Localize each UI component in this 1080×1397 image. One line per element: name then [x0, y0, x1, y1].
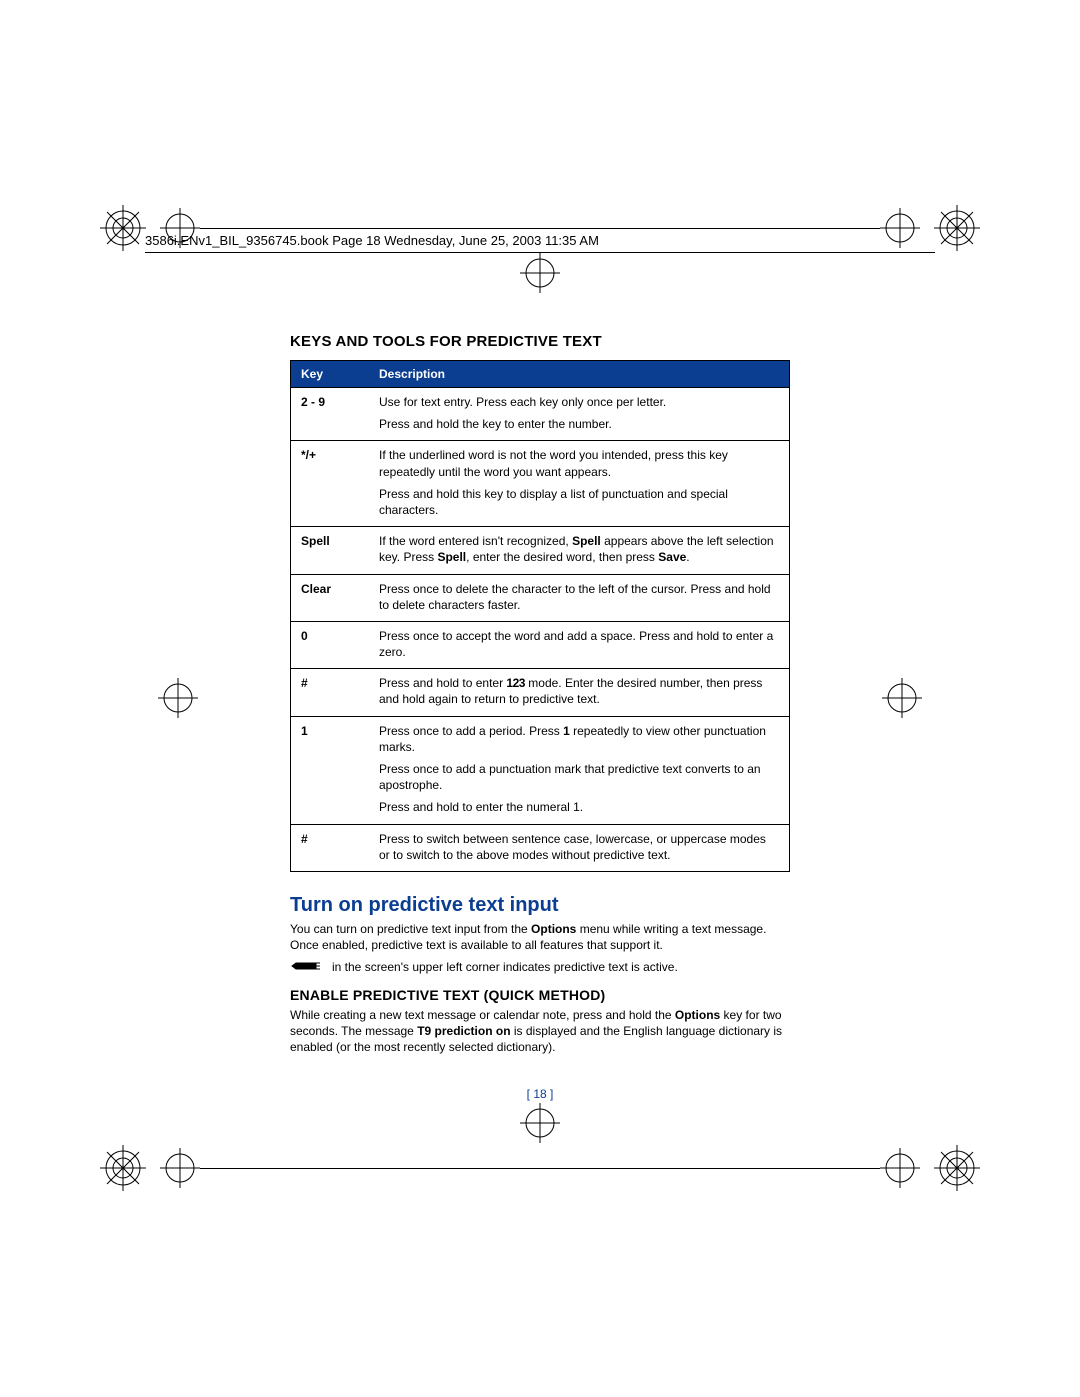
cropmark-line: [200, 1168, 880, 1169]
subsection-heading: Turn on predictive text input: [290, 894, 790, 917]
description-cell: Use for text entry. Press each key only …: [369, 388, 790, 441]
keys-table: Key Description 2 - 9 Use for text entry…: [290, 360, 790, 872]
registration-mark-icon: [100, 205, 146, 251]
crosshair-icon: [882, 678, 922, 718]
mode-123-icon: 123: [506, 676, 525, 690]
description-cell: Press once to add a period. Press 1 repe…: [369, 716, 790, 824]
table-row: 1 Press once to add a period. Press 1 re…: [291, 716, 790, 824]
table-row: Spell If the word entered isn't recogniz…: [291, 527, 790, 574]
table-header-description: Description: [369, 361, 790, 388]
description-cell: If the underlined word is not the word y…: [369, 441, 790, 527]
description-cell: Press once to accept the word and add a …: [369, 621, 790, 668]
table-row: 0 Press once to accept the word and add …: [291, 621, 790, 668]
registration-mark-icon: [934, 1145, 980, 1191]
key-cell: #: [291, 824, 370, 871]
registration-mark-icon: [100, 1145, 146, 1191]
key-cell: */+: [291, 441, 370, 527]
crosshair-icon: [158, 678, 198, 718]
table-header-key: Key: [291, 361, 370, 388]
description-cell: Press and hold to enter 123 mode. Enter …: [369, 669, 790, 716]
crosshair-icon: [520, 253, 560, 293]
key-cell: 0: [291, 621, 370, 668]
description-cell: Press once to delete the character to th…: [369, 574, 790, 621]
page-number: [ 18 ]: [0, 1087, 1080, 1101]
crosshair-icon: [880, 1148, 920, 1188]
description-cell: If the word entered isn't recognized, Sp…: [369, 527, 790, 574]
crosshair-icon: [520, 1103, 560, 1143]
subsection-heading: ENABLE PREDICTIVE TEXT (QUICK METHOD): [290, 987, 790, 1003]
crosshair-icon: [160, 1148, 200, 1188]
table-row: # Press and hold to enter 123 mode. Ente…: [291, 669, 790, 716]
registration-mark-icon: [934, 205, 980, 251]
indicator-line: in the screen's upper left corner indica…: [290, 959, 790, 976]
key-cell: Spell: [291, 527, 370, 574]
key-cell: Clear: [291, 574, 370, 621]
pencil-icon: [290, 960, 322, 976]
paragraph: While creating a new text message or cal…: [290, 1007, 790, 1056]
indicator-text: in the screen's upper left corner indica…: [332, 959, 678, 975]
description-cell: Press to switch between sentence case, l…: [369, 824, 790, 871]
table-row: 2 - 9 Use for text entry. Press each key…: [291, 388, 790, 441]
table-row: Clear Press once to delete the character…: [291, 574, 790, 621]
key-cell: #: [291, 669, 370, 716]
section-heading: KEYS AND TOOLS FOR PREDICTIVE TEXT: [290, 333, 790, 350]
cropmark-line: [200, 228, 880, 229]
key-cell: 2 - 9: [291, 388, 370, 441]
document-header: 3586i.ENv1_BIL_9356745.book Page 18 Wedn…: [145, 233, 935, 253]
key-cell: 1: [291, 716, 370, 824]
page-content: KEYS AND TOOLS FOR PREDICTIVE TEXT Key D…: [290, 333, 790, 1061]
table-row: */+ If the underlined word is not the wo…: [291, 441, 790, 527]
paragraph: You can turn on predictive text input fr…: [290, 921, 790, 953]
table-row: # Press to switch between sentence case,…: [291, 824, 790, 871]
